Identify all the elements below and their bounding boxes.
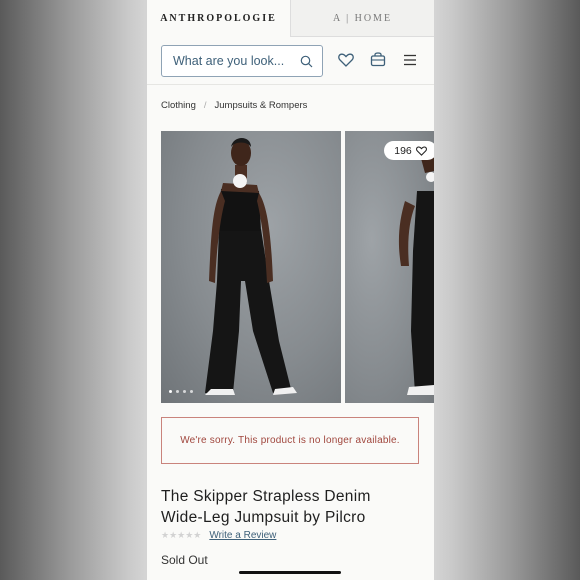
write-review-link[interactable]: Write a Review (209, 530, 276, 541)
search-icon[interactable] (300, 55, 313, 68)
breadcrumb-item-jumpsuits[interactable]: Jumpsuits & Rompers (215, 100, 308, 111)
search-input[interactable]: What are you look... (161, 45, 323, 77)
phone-screen: ANTHROPOLOGIE A | HOME What are you look… (147, 0, 434, 580)
model-figure-side (398, 141, 434, 395)
product-title-line1: The Skipper Strapless Denim (161, 488, 371, 505)
product-image-main[interactable] (161, 131, 341, 403)
product-gallery: 196 (161, 131, 434, 403)
model-figure-front (205, 138, 297, 395)
search-placeholder: What are you look... (173, 54, 285, 68)
header: What are you look... (147, 37, 434, 85)
tab-anthropologie[interactable]: ANTHROPOLOGIE (147, 0, 290, 37)
breadcrumb: Clothing / Jumpsuits & Rompers (161, 100, 307, 111)
carousel-dot[interactable] (176, 390, 179, 393)
favorite-count-badge[interactable]: 196 (384, 141, 434, 160)
carousel-dot[interactable] (190, 390, 193, 393)
favorite-count: 196 (394, 144, 412, 157)
breadcrumb-separator: / (203, 100, 207, 111)
bag-icon[interactable] (370, 51, 386, 67)
heart-icon (415, 145, 427, 156)
breadcrumb-item-clothing[interactable]: Clothing (161, 100, 196, 111)
brand-tabs: ANTHROPOLOGIE A | HOME (147, 0, 434, 37)
stock-status: Sold Out (161, 553, 208, 567)
unavailable-notice: We're sorry. This product is no longer a… (161, 417, 419, 464)
menu-icon[interactable] (403, 54, 417, 66)
product-title-line2: Wide-Leg Jumpsuit by Pilcro (161, 509, 366, 526)
rating-stars: ★★★★★ (161, 530, 202, 540)
carousel-dot[interactable] (169, 390, 172, 393)
heart-icon[interactable] (338, 53, 354, 67)
carousel-dot[interactable] (183, 390, 186, 393)
product-title: The Skipper Strapless Denim Wide-Leg Jum… (161, 486, 423, 528)
home-indicator[interactable] (239, 571, 341, 574)
carousel-dots (169, 390, 193, 393)
tab-a-home[interactable]: A | HOME (290, 0, 434, 37)
notice-text: We're sorry. This product is no longer a… (180, 435, 400, 446)
product-image-secondary[interactable]: 196 (345, 131, 434, 403)
rating-row: ★★★★★ Write a Review (161, 530, 276, 541)
